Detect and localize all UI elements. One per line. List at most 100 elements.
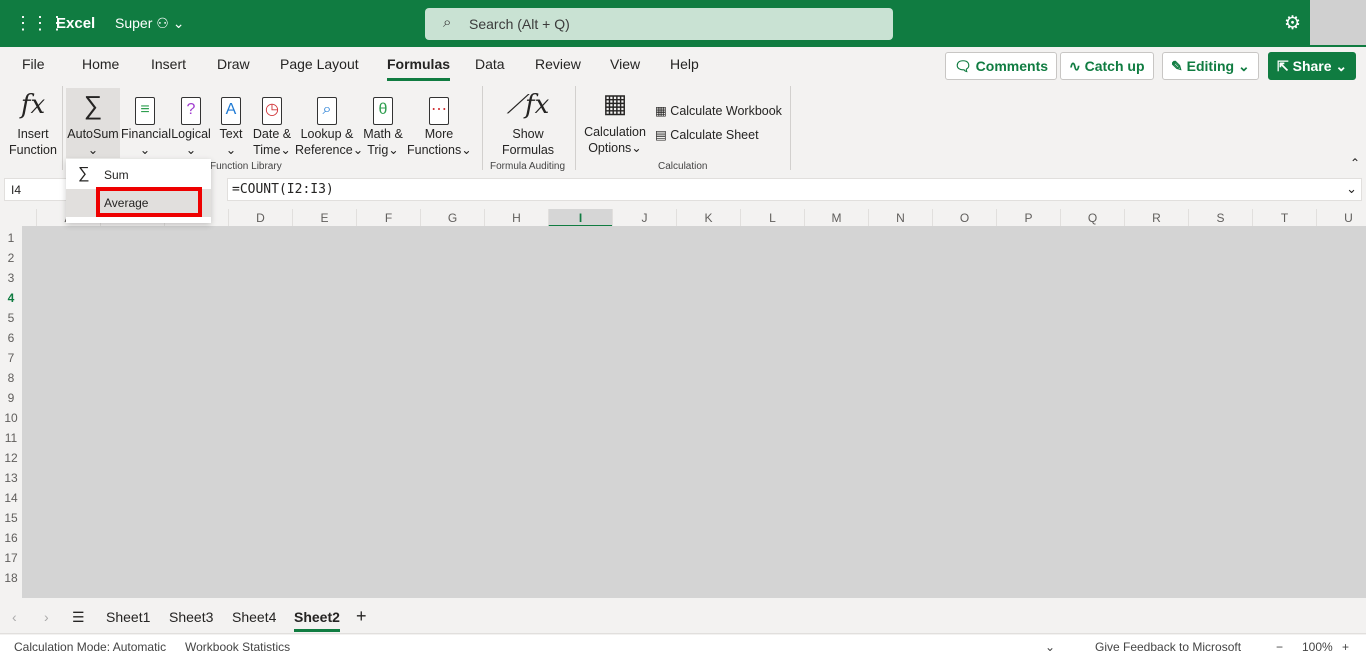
row-header[interactable]: 7: [0, 348, 22, 368]
clock-icon: ◷: [262, 97, 282, 125]
tab-draw[interactable]: Draw: [217, 56, 250, 72]
search-placeholder: Search (Alt + Q): [469, 16, 570, 32]
column-header[interactable]: N: [868, 209, 932, 227]
magnifier-icon: ⌕: [317, 97, 337, 125]
row-header[interactable]: 8: [0, 368, 22, 388]
label: More: [424, 127, 454, 141]
menu-item-sum[interactable]: ∑ Sum: [66, 161, 211, 189]
row-header[interactable]: 10: [0, 408, 22, 428]
column-header[interactable]: L: [740, 209, 804, 227]
column-header[interactable]: R: [1124, 209, 1188, 227]
expand-formula-icon[interactable]: ⌄: [1346, 181, 1357, 197]
financial-button[interactable]: ≡ Financial ⌄: [121, 88, 171, 158]
calculation-options-button[interactable]: ▦ Calculation Options⌄: [582, 86, 648, 156]
calculation-mode[interactable]: Calculation Mode: Automatic: [14, 640, 166, 654]
row-header[interactable]: 17: [0, 548, 22, 568]
comments-button[interactable]: 🗨 Comments: [945, 52, 1058, 80]
row-header[interactable]: 11: [0, 428, 22, 448]
share-button[interactable]: ⇱ Share ⌄: [1268, 52, 1357, 80]
zoom-out-icon[interactable]: −: [1276, 640, 1283, 654]
sheet-tab[interactable]: Sheet4: [232, 609, 276, 625]
label: Lookup &: [300, 127, 354, 141]
prev-sheet-icon[interactable]: ‹: [12, 609, 17, 625]
row-header[interactable]: 5: [0, 308, 22, 328]
workbook-statistics[interactable]: Workbook Statistics: [185, 640, 290, 654]
text-button[interactable]: A Text ⌄: [214, 88, 248, 158]
next-sheet-icon[interactable]: ›: [44, 609, 49, 625]
column-header[interactable]: Q: [1060, 209, 1124, 227]
row-header[interactable]: 6: [0, 328, 22, 348]
calculate-sheet-button[interactable]: ▤ Calculate Sheet: [655, 127, 759, 142]
tab-view[interactable]: View: [610, 56, 640, 72]
tab-page-layout[interactable]: Page Layout: [280, 56, 359, 72]
show-formulas-button[interactable]: ⟋fx Show Formulas: [496, 88, 560, 158]
tab-insert[interactable]: Insert: [151, 56, 186, 72]
insert-function-button[interactable]: fx Insert Function: [8, 88, 58, 158]
column-header[interactable]: E: [292, 209, 356, 227]
column-header[interactable]: O: [932, 209, 996, 227]
more-functions-button[interactable]: ⋯ More Functions⌄: [407, 88, 472, 158]
zoom-level[interactable]: 100%: [1302, 640, 1333, 654]
row-header[interactable]: 13: [0, 468, 22, 488]
editing-mode-button[interactable]: ✎ Editing ⌄: [1162, 52, 1259, 80]
tab-help[interactable]: Help: [670, 56, 699, 72]
row-header[interactable]: 15: [0, 508, 22, 528]
label: Reference: [295, 143, 353, 157]
tab-data[interactable]: Data: [475, 56, 505, 72]
row-header[interactable]: 4: [0, 288, 22, 308]
math-trig-button[interactable]: θ Math & Trig⌄: [360, 88, 406, 158]
search-input[interactable]: ⌕ Search (Alt + Q): [425, 8, 893, 40]
formula-input[interactable]: =COUNT(I2:I3) ⌄: [227, 178, 1362, 201]
row-header[interactable]: 14: [0, 488, 22, 508]
document-name[interactable]: Super ⚇ ⌄: [115, 15, 184, 32]
collapse-ribbon-icon[interactable]: ⌃: [1350, 156, 1360, 170]
column-header[interactable]: D: [228, 209, 292, 227]
column-header[interactable]: P: [996, 209, 1060, 227]
tab-home[interactable]: Home: [82, 56, 119, 72]
column-header[interactable]: G: [420, 209, 484, 227]
autosum-button[interactable]: ∑ AutoSum ⌄: [66, 88, 120, 158]
row-header[interactable]: 12: [0, 448, 22, 468]
logical-button[interactable]: ? Logical ⌄: [170, 88, 212, 158]
settings-gear-icon[interactable]: ⚙: [1284, 12, 1301, 35]
divider: [482, 86, 483, 170]
group-function-library: Function Library: [210, 161, 282, 172]
row-header[interactable]: 9: [0, 388, 22, 408]
label: Sum: [104, 168, 129, 182]
all-sheets-menu-icon[interactable]: ☰: [72, 609, 85, 626]
column-header[interactable]: J: [612, 209, 676, 227]
column-header[interactable]: T: [1252, 209, 1316, 227]
column-header[interactable]: H: [484, 209, 548, 227]
catch-up-button[interactable]: ∿ Catch up: [1060, 52, 1154, 80]
row-header[interactable]: 3: [0, 268, 22, 288]
avatar[interactable]: [1310, 0, 1366, 45]
row-header[interactable]: 18: [0, 568, 22, 588]
tab-review[interactable]: Review: [535, 56, 581, 72]
group-calculation: Calculation: [658, 161, 708, 172]
column-header[interactable]: U: [1316, 209, 1366, 227]
row-header[interactable]: 1: [0, 228, 22, 248]
tab-file[interactable]: File: [22, 56, 45, 72]
app-name[interactable]: Excel: [56, 15, 95, 32]
tab-formulas[interactable]: Formulas: [387, 56, 451, 81]
column-header[interactable]: K: [676, 209, 740, 227]
calculate-workbook-button[interactable]: ▦ Calculate Workbook: [655, 103, 782, 118]
sheet-tab-active[interactable]: Sheet2: [294, 609, 340, 632]
column-header[interactable]: S: [1188, 209, 1252, 227]
row-header[interactable]: 16: [0, 528, 22, 548]
add-sheet-icon[interactable]: +: [356, 606, 367, 627]
chevron-down-icon[interactable]: ⌄: [1045, 640, 1055, 654]
row-header[interactable]: 2: [0, 248, 22, 268]
text-icon: A: [221, 97, 241, 125]
column-header[interactable]: I: [548, 209, 612, 227]
column-header[interactable]: F: [356, 209, 420, 227]
label: Math &: [363, 127, 403, 141]
lookup-reference-button[interactable]: ⌕ Lookup & Reference⌄: [295, 88, 363, 158]
feedback-link[interactable]: Give Feedback to Microsoft: [1095, 640, 1241, 654]
date-time-button[interactable]: ◷ Date & Time⌄: [250, 88, 294, 158]
sheet-tab[interactable]: Sheet1: [106, 609, 150, 625]
label: Date &: [252, 127, 292, 141]
zoom-in-icon[interactable]: +: [1342, 640, 1349, 654]
sheet-tab[interactable]: Sheet3: [169, 609, 213, 625]
column-header[interactable]: M: [804, 209, 868, 227]
